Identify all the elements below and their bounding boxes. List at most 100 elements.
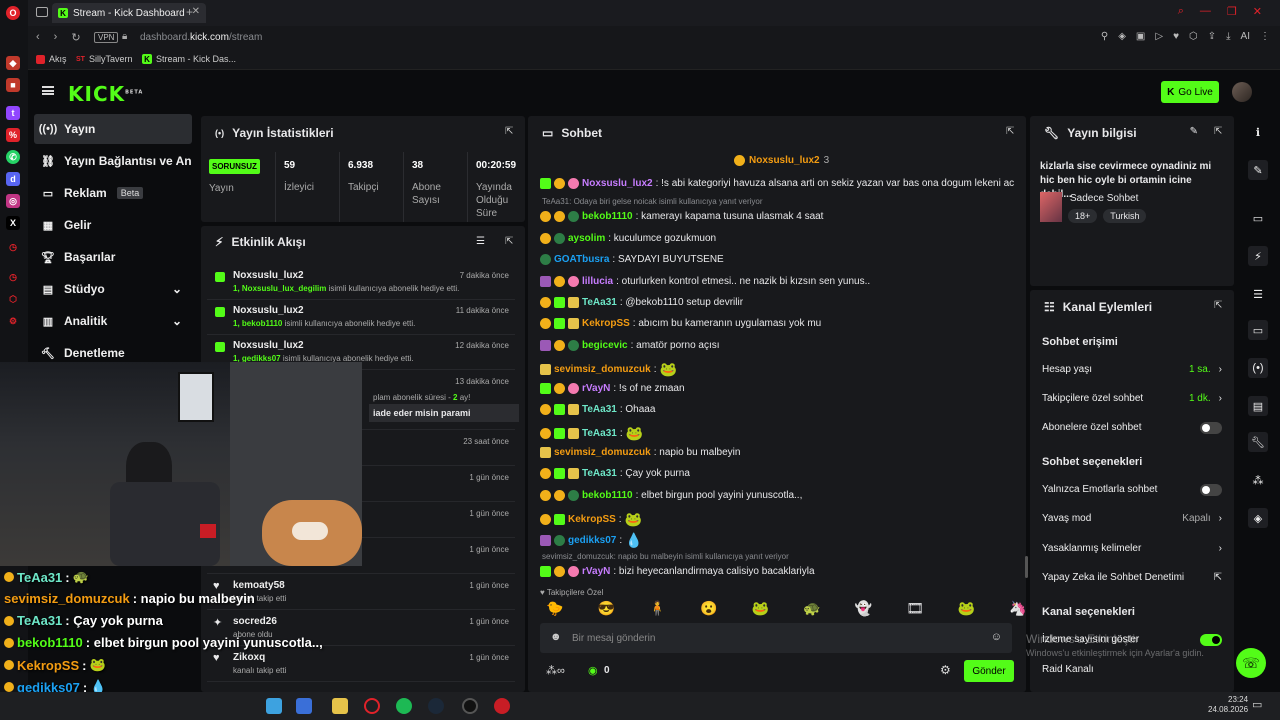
emote-icon[interactable]: 🦄 — [1009, 600, 1026, 617]
nav-reklam[interactable]: ▭ Reklam Beta — [34, 178, 192, 208]
nav-gelir[interactable]: ▦ Gelir — [34, 210, 192, 240]
stats-icon[interactable]: ▤ — [1248, 396, 1268, 416]
steam-icon[interactable] — [428, 698, 444, 714]
chat-username[interactable]: TeAa31 — [582, 468, 617, 479]
account-age-setting[interactable]: 1 sa. › — [1189, 364, 1222, 375]
chat-icon[interactable]: ▭ — [1248, 320, 1268, 340]
chat-message[interactable]: aysolim: kuculumce gozukmuon — [540, 232, 1030, 244]
ai-icon[interactable]: AI — [1241, 31, 1250, 42]
opera-icon[interactable] — [364, 698, 380, 714]
popout-icon[interactable]: ⇱ — [505, 236, 515, 247]
chat-input[interactable]: ☻ Bir mesaj gönderin ☺ — [540, 623, 1012, 653]
show-viewers-toggle[interactable] — [1200, 634, 1222, 646]
send-button[interactable]: Gönder — [964, 660, 1014, 682]
minimize-icon[interactable]: — — [1200, 5, 1211, 18]
menu-icon[interactable]: ⋮ — [1260, 31, 1270, 42]
emote-icon[interactable]: 👻 — [855, 600, 872, 617]
chat-username[interactable]: rVayN — [582, 566, 610, 577]
bookmark-sillytavern[interactable]: ST SillyTavern — [76, 54, 132, 64]
info-icon[interactable]: ℹ — [1248, 122, 1268, 142]
avatar[interactable] — [1232, 82, 1252, 102]
raid-channel-label[interactable]: Raid Kanalı — [1042, 664, 1222, 675]
search-icon[interactable]: ⌕ — [1178, 5, 1184, 18]
clock-icon[interactable]: ◷ — [6, 240, 20, 254]
chat-message[interactable]: KekropSS: abıcım bu kameranın uygulaması… — [540, 318, 1030, 330]
emoji-icon[interactable]: ☻ — [550, 631, 562, 643]
nav-basarilar[interactable]: 🏆︎ Başarılar — [34, 242, 192, 272]
followers-only-setting[interactable]: 1 dk. › — [1189, 393, 1222, 404]
reload-icon[interactable]: ↻ — [71, 31, 80, 44]
list-icon[interactable]: ☰ — [1248, 284, 1268, 304]
chat-message[interactable]: GOATbusra: SAYDAYI BUYUTSENE — [540, 254, 1030, 266]
chat-message[interactable]: bekob1110: elbet birgun pool yayini yunu… — [540, 489, 1030, 501]
chat-message[interactable]: KekropSS: 🐸 — [540, 511, 1030, 528]
emote-icon[interactable]: 🐤 — [546, 600, 563, 617]
chat-username[interactable]: bekob1110 — [582, 490, 633, 501]
folder-icon[interactable] — [332, 698, 348, 714]
chat-username[interactable]: bekob1110 — [582, 211, 633, 222]
snapshot-icon[interactable]: ▣ — [1136, 31, 1145, 42]
chat-username[interactable]: TeAa31 — [582, 404, 617, 415]
slow-mode-setting[interactable]: Kapalı › — [1182, 513, 1222, 524]
back-icon[interactable]: ‹ — [36, 31, 40, 44]
close-window-icon[interactable]: ✕ — [1253, 5, 1262, 18]
nav-studyo[interactable]: ▤ Stüdyo ⌄ — [34, 274, 192, 304]
chat-username[interactable]: sevimsiz_domuzcuk — [554, 364, 651, 375]
emote-only-toggle[interactable] — [1200, 484, 1222, 496]
bookmark-kick[interactable]: K Stream - Kick Das... — [142, 54, 236, 64]
obs-icon[interactable] — [462, 698, 478, 714]
emote-icon[interactable]: 🎞 — [906, 600, 924, 617]
whatsapp-icon[interactable]: ✆ — [6, 150, 20, 164]
chat-username[interactable]: lillucia — [582, 276, 613, 287]
notification-icon[interactable]: ▭ — [1252, 698, 1262, 711]
popout-icon[interactable]: ⇱ — [1214, 300, 1224, 311]
emote-icon[interactable]: 🧍 — [649, 600, 666, 617]
chat-message[interactable]: rVayN: bizi heyecanlandirmaya calisiyo b… — [540, 565, 1030, 577]
go-live-button[interactable]: K Go Live — [1161, 81, 1219, 103]
support-button[interactable]: ☏ — [1236, 648, 1266, 678]
clock[interactable]: 23:24 24.08.2026 — [1208, 695, 1248, 715]
explorer-icon[interactable] — [266, 698, 282, 714]
ai-moderation-link[interactable]: ⇱ — [1214, 572, 1222, 583]
wrench-icon[interactable]: 🔧︎ — [1248, 432, 1268, 452]
pencil-icon[interactable]: ✎ — [1248, 160, 1268, 180]
popout-icon[interactable]: ⇱ — [505, 126, 515, 137]
emote-icon[interactable]: 🐸 — [752, 600, 769, 617]
bookmark-icon[interactable]: ◆ — [6, 56, 20, 70]
vpn-badge[interactable]: VPN — [94, 32, 119, 43]
nav-yayin[interactable]: ((•)) Yayın — [34, 114, 192, 144]
news-icon[interactable]: ■ — [6, 78, 20, 92]
chat-message[interactable]: begicevic: amatör porno açısı — [540, 339, 1030, 351]
pin-icon[interactable]: ⚲ — [1101, 31, 1108, 42]
category-name[interactable]: Sadece Sohbet — [1070, 193, 1138, 204]
shield-icon[interactable]: ◈ — [1118, 31, 1126, 42]
chat-username[interactable]: aysolim — [568, 233, 605, 244]
chat-username[interactable]: begicevic — [582, 340, 628, 351]
app-icon[interactable] — [296, 698, 312, 714]
chat-message[interactable]: lillucia: oturlurken kontrol etmesi.. ne… — [540, 275, 1030, 287]
broadcast-icon[interactable]: (•) — [1248, 358, 1268, 378]
spotify-icon[interactable] — [396, 698, 412, 714]
chat-message[interactable]: sevimsiz_domuzcuk: napio bu malbeyin — [540, 446, 1030, 458]
chat-message[interactable]: rVayN: !s of ne zmaan — [540, 382, 1030, 394]
banned-words-setting[interactable]: › — [1219, 543, 1222, 554]
emote-picker-icon[interactable]: ☺ — [991, 631, 1002, 643]
chat-message[interactable]: Noxsuslu_lux2: !s abi kategoriyi havuza … — [540, 178, 1030, 189]
bookmark-akis[interactable]: Akış — [36, 54, 67, 64]
screen-icon[interactable]: ▭ — [1248, 208, 1268, 228]
chat-message[interactable]: TeAa31: Çay yok purna — [540, 468, 1030, 480]
chat-settings-icon[interactable]: ⚙ — [940, 663, 951, 677]
chat-message[interactable]: TeAa31: Ohaaa — [540, 404, 1030, 415]
chat-message[interactable]: bekob1110: kamerayı kapama tusuna ulasma… — [540, 211, 1030, 223]
subs-only-toggle[interactable] — [1200, 422, 1222, 434]
chat-username[interactable]: GOATbusra — [554, 254, 609, 265]
instagram-icon[interactable]: ◎ — [6, 194, 20, 208]
tab-list-icon[interactable] — [36, 7, 48, 17]
chat-tools-icon[interactable]: ⁂∞ — [546, 664, 565, 677]
recorder-icon[interactable] — [494, 698, 510, 714]
extensions-icon[interactable]: ⬡ — [1189, 31, 1198, 42]
chat-username[interactable]: TeAa31 — [582, 297, 617, 308]
chat-username[interactable]: rVayN — [582, 383, 610, 394]
pinned-gifter[interactable]: Noxsuslu_lux2 3 — [734, 155, 829, 166]
chat-username[interactable]: KekropSS — [582, 318, 630, 329]
